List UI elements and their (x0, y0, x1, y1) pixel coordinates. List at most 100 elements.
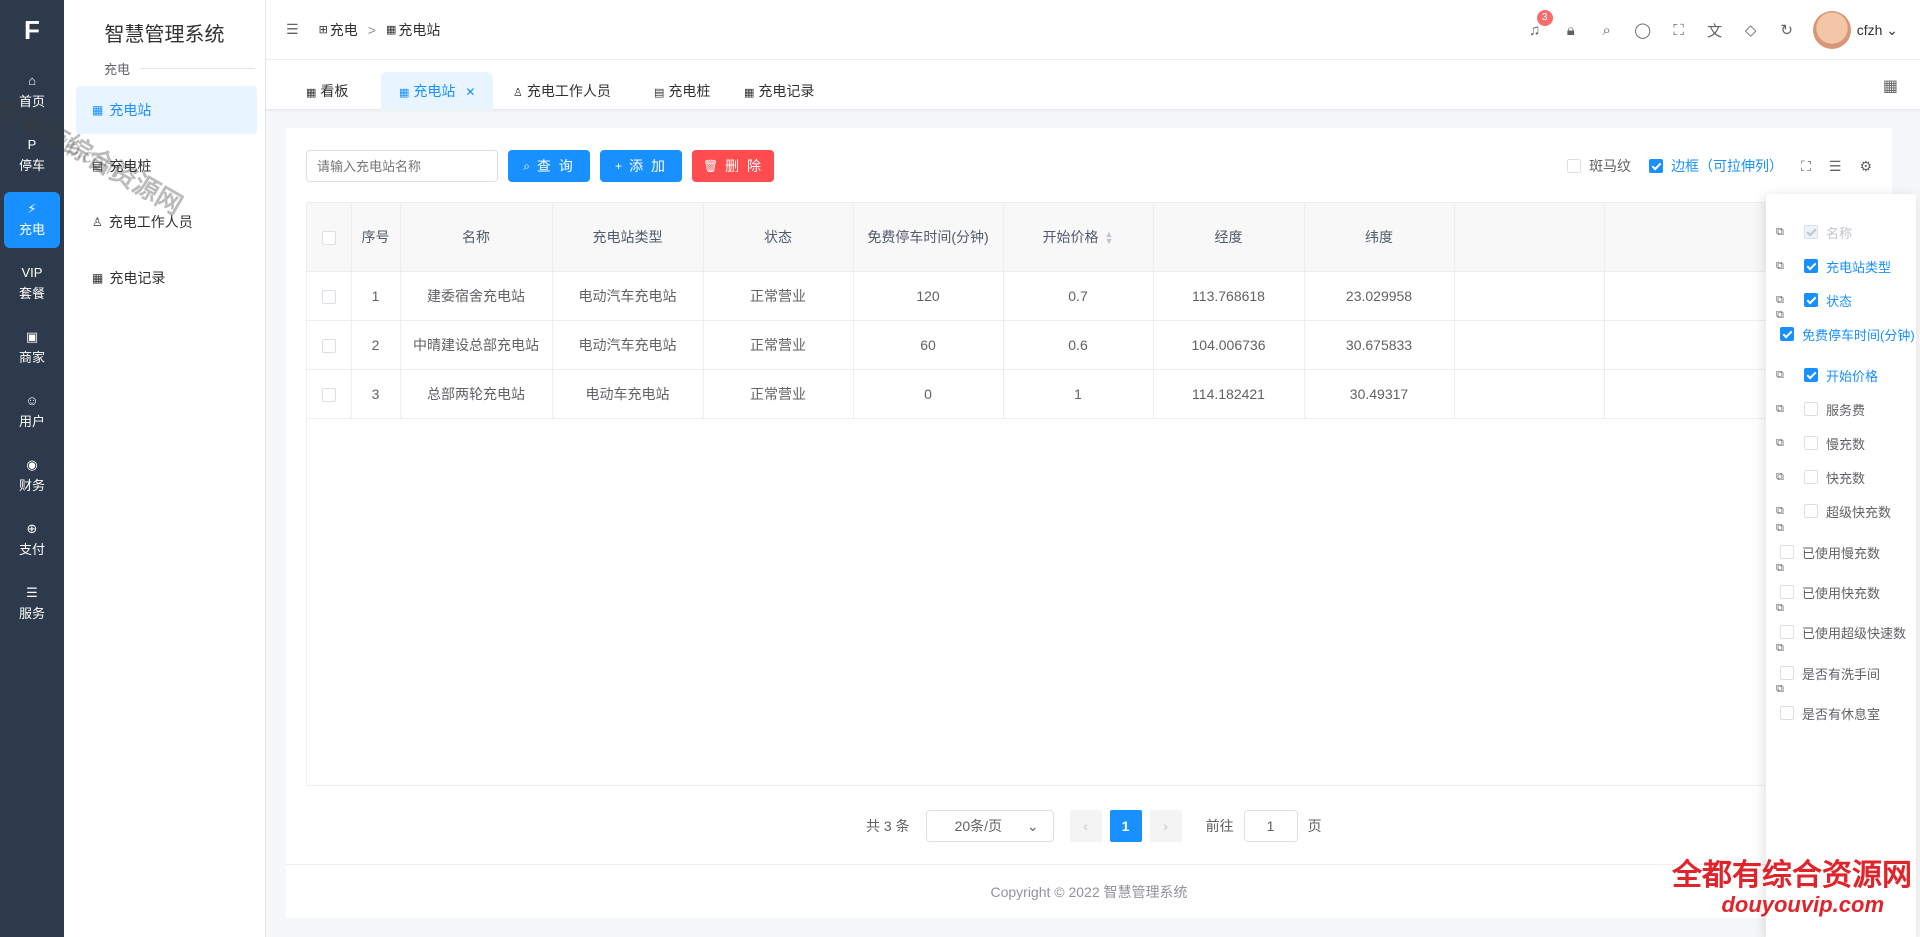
breadcrumb-item-charge[interactable]: 充电 (330, 20, 358, 40)
table-row[interactable]: 2 中晴建设总部充电站 电动汽车充电站 正常营业 60 0.6 104.006736 30.6… (307, 320, 1871, 370)
query-button[interactable]: ⌕ 查 询 (508, 150, 590, 182)
sort-icon[interactable]: ▲ ▼ (1105, 230, 1114, 246)
tab-charging-staff[interactable]: ♙ 充电工作人员 (495, 72, 629, 110)
sidebar-item-0[interactable]: ▦ 充电站 (76, 86, 257, 134)
column-visible-checkbox[interactable] (1780, 666, 1794, 680)
delete-button[interactable]: 🗑︎ 删 除 (692, 150, 774, 182)
rail-item-5[interactable]: ☺ 用户 (4, 384, 60, 440)
column-visible-checkbox[interactable] (1804, 504, 1818, 518)
column-setting-item[interactable]: 已使用慢充数 (1766, 542, 1880, 562)
app-logo[interactable]: F (0, 0, 64, 60)
rail-item-2[interactable]: ⚡ 充电 (4, 192, 60, 248)
column-visible-checkbox[interactable] (1780, 327, 1794, 341)
column-visible-checkbox[interactable] (1780, 706, 1794, 720)
table-row[interactable]: 1 建委宿舍充电站 电动汽车充电站 正常营业 120 0.7 113.768618 23.02… (307, 271, 1871, 321)
drag-handle-icon[interactable]: ⧉ (1776, 437, 1790, 450)
column-visible-checkbox[interactable] (1780, 545, 1794, 559)
page-size-select[interactable]: 20条/页 ⌄ (925, 810, 1054, 842)
drag-handle-icon[interactable]: ⧉ (1776, 294, 1790, 307)
column-setting-item[interactable]: ⧉ 充电站类型 (1776, 256, 1891, 276)
rail-item-3[interactable]: VIP 套餐 (4, 256, 60, 312)
column-visible-checkbox[interactable] (1780, 625, 1794, 639)
page-number[interactable]: 1 (1109, 810, 1142, 842)
column-setting-item[interactable]: ⧉ 名称 (1776, 222, 1852, 242)
goto-page-input[interactable]: 1 (1243, 810, 1298, 842)
drag-handle-icon[interactable]: ⧉ (1776, 403, 1790, 416)
drag-handle-icon[interactable]: ⧉ (1776, 369, 1790, 382)
tab-charging-pile[interactable]: ▤ 充电桩 (636, 72, 728, 110)
theme-icon[interactable]: ◇ (1733, 21, 1769, 39)
density-icon[interactable]: ☰ (1829, 158, 1842, 175)
stripe-checkbox[interactable]: 斑马纹 (1567, 156, 1631, 176)
column-visible-checkbox[interactable] (1804, 470, 1818, 484)
tab-charging-record[interactable]: ▦ 充电记录 (726, 72, 832, 110)
fullscreen-icon[interactable]: ⛶ (1661, 22, 1697, 39)
user-icon: ☺ (25, 393, 39, 408)
drag-handle-icon[interactable]: ⧉ (1776, 471, 1790, 484)
stripe-check[interactable] (1567, 159, 1582, 173)
username[interactable]: cfzh ⌄ (1857, 22, 1898, 39)
drag-handle-icon[interactable]: ⧉ (1776, 683, 1784, 696)
drag-handle-icon[interactable]: ⧉ (1776, 642, 1784, 655)
station-search-input[interactable] (306, 150, 498, 182)
column-setting-item[interactable]: ⧉ 快充数 (1776, 467, 1865, 487)
lock-icon[interactable]: 🔒︎ (1553, 22, 1589, 39)
rail-item-4[interactable]: ▣ 商家 (4, 320, 60, 376)
drag-handle-icon[interactable]: ⧉ (1776, 505, 1790, 518)
column-setting-item[interactable]: 是否有休息室 (1766, 703, 1880, 723)
drag-handle-icon[interactable]: ⧉ (1776, 522, 1784, 535)
select-all-checkbox[interactable] (321, 230, 336, 245)
column-visible-checkbox[interactable] (1804, 259, 1818, 273)
drag-handle-icon[interactable]: ⧉ (1776, 226, 1790, 239)
column-header-sortable[interactable]: 开始价格 ▲ ▼ (1003, 203, 1154, 272)
table-row[interactable]: 3 总部两轮充电站 电动车充电站 正常营业 0 1 114.182421 30.49317 (307, 369, 1871, 419)
fullscreen-icon[interactable]: ⛶ (1801, 158, 1811, 175)
row-select-cell[interactable] (307, 320, 352, 370)
apps-icon[interactable]: ▦ (1883, 76, 1898, 96)
select-all-cell[interactable] (307, 203, 352, 272)
column-setting-item[interactable]: ⧉ 慢充数 (1776, 433, 1865, 453)
add-button[interactable]: + 添 加 (600, 150, 682, 182)
settings-icon[interactable]: ⚙ (1859, 158, 1872, 175)
menu-fold-icon[interactable]: ☰ (286, 21, 299, 38)
column-setting-item[interactable]: 免费停车时间(分钟) (1766, 324, 1915, 344)
drag-handle-icon[interactable]: ⧉ (1776, 562, 1784, 575)
column-setting-item[interactable]: 已使用快充数 (1766, 582, 1880, 602)
row-select-cell[interactable] (307, 271, 352, 321)
row-select-cell[interactable] (307, 369, 352, 419)
column-setting-item[interactable]: 已使用超级快速数 (1766, 622, 1906, 642)
prev-page-button[interactable]: ‹ (1069, 810, 1102, 842)
column-setting-item[interactable]: ⧉ 服务费 (1776, 399, 1865, 419)
row-checkbox[interactable] (321, 338, 336, 353)
message-icon[interactable]: ◯ (1625, 21, 1661, 39)
column-setting-item[interactable]: ⧉ 开始价格 (1776, 365, 1878, 385)
rail-item-7[interactable]: ⊕ 支付 (4, 512, 60, 568)
translate-icon[interactable]: 文 (1697, 20, 1733, 41)
border-check[interactable] (1649, 159, 1664, 173)
column-setting-item[interactable]: 是否有洗手间 (1766, 663, 1880, 683)
column-setting-item[interactable]: ⧉ 状态 (1776, 290, 1852, 310)
next-page-button[interactable]: › (1149, 810, 1182, 842)
column-visible-checkbox[interactable] (1804, 293, 1818, 307)
refresh-icon[interactable]: ↻ (1769, 21, 1805, 39)
bell-icon[interactable]: ♫ 3 (1517, 9, 1553, 39)
border-checkbox[interactable]: 边框（可拉伸列） (1649, 156, 1783, 176)
search-icon[interactable]: ⌕ (1589, 22, 1625, 39)
column-visible-checkbox[interactable] (1804, 436, 1818, 450)
column-setting-item[interactable]: ⧉ 超级快充数 (1776, 501, 1891, 521)
drag-handle-icon[interactable]: ⧉ (1776, 309, 1784, 322)
avatar[interactable] (1812, 11, 1851, 49)
sidebar-item-3[interactable]: ▦ 充电记录 (76, 254, 257, 302)
column-visible-checkbox[interactable] (1780, 585, 1794, 599)
drag-handle-icon[interactable]: ⧉ (1776, 602, 1784, 615)
row-checkbox[interactable] (321, 387, 336, 402)
row-checkbox[interactable] (321, 289, 336, 304)
rail-item-6[interactable]: ◉ 财务 (4, 448, 60, 504)
close-icon[interactable]: ✕ (465, 85, 475, 99)
rail-item-8[interactable]: ☰ 服务 (4, 576, 60, 632)
tab-dashboard[interactable]: ▦ 看板 (288, 72, 366, 110)
drag-handle-icon[interactable]: ⧉ (1776, 260, 1790, 273)
column-visible-checkbox[interactable] (1804, 402, 1818, 416)
column-visible-checkbox[interactable] (1804, 368, 1818, 382)
tab-charging-station[interactable]: ▦ 充电站 ✕ (381, 72, 494, 110)
